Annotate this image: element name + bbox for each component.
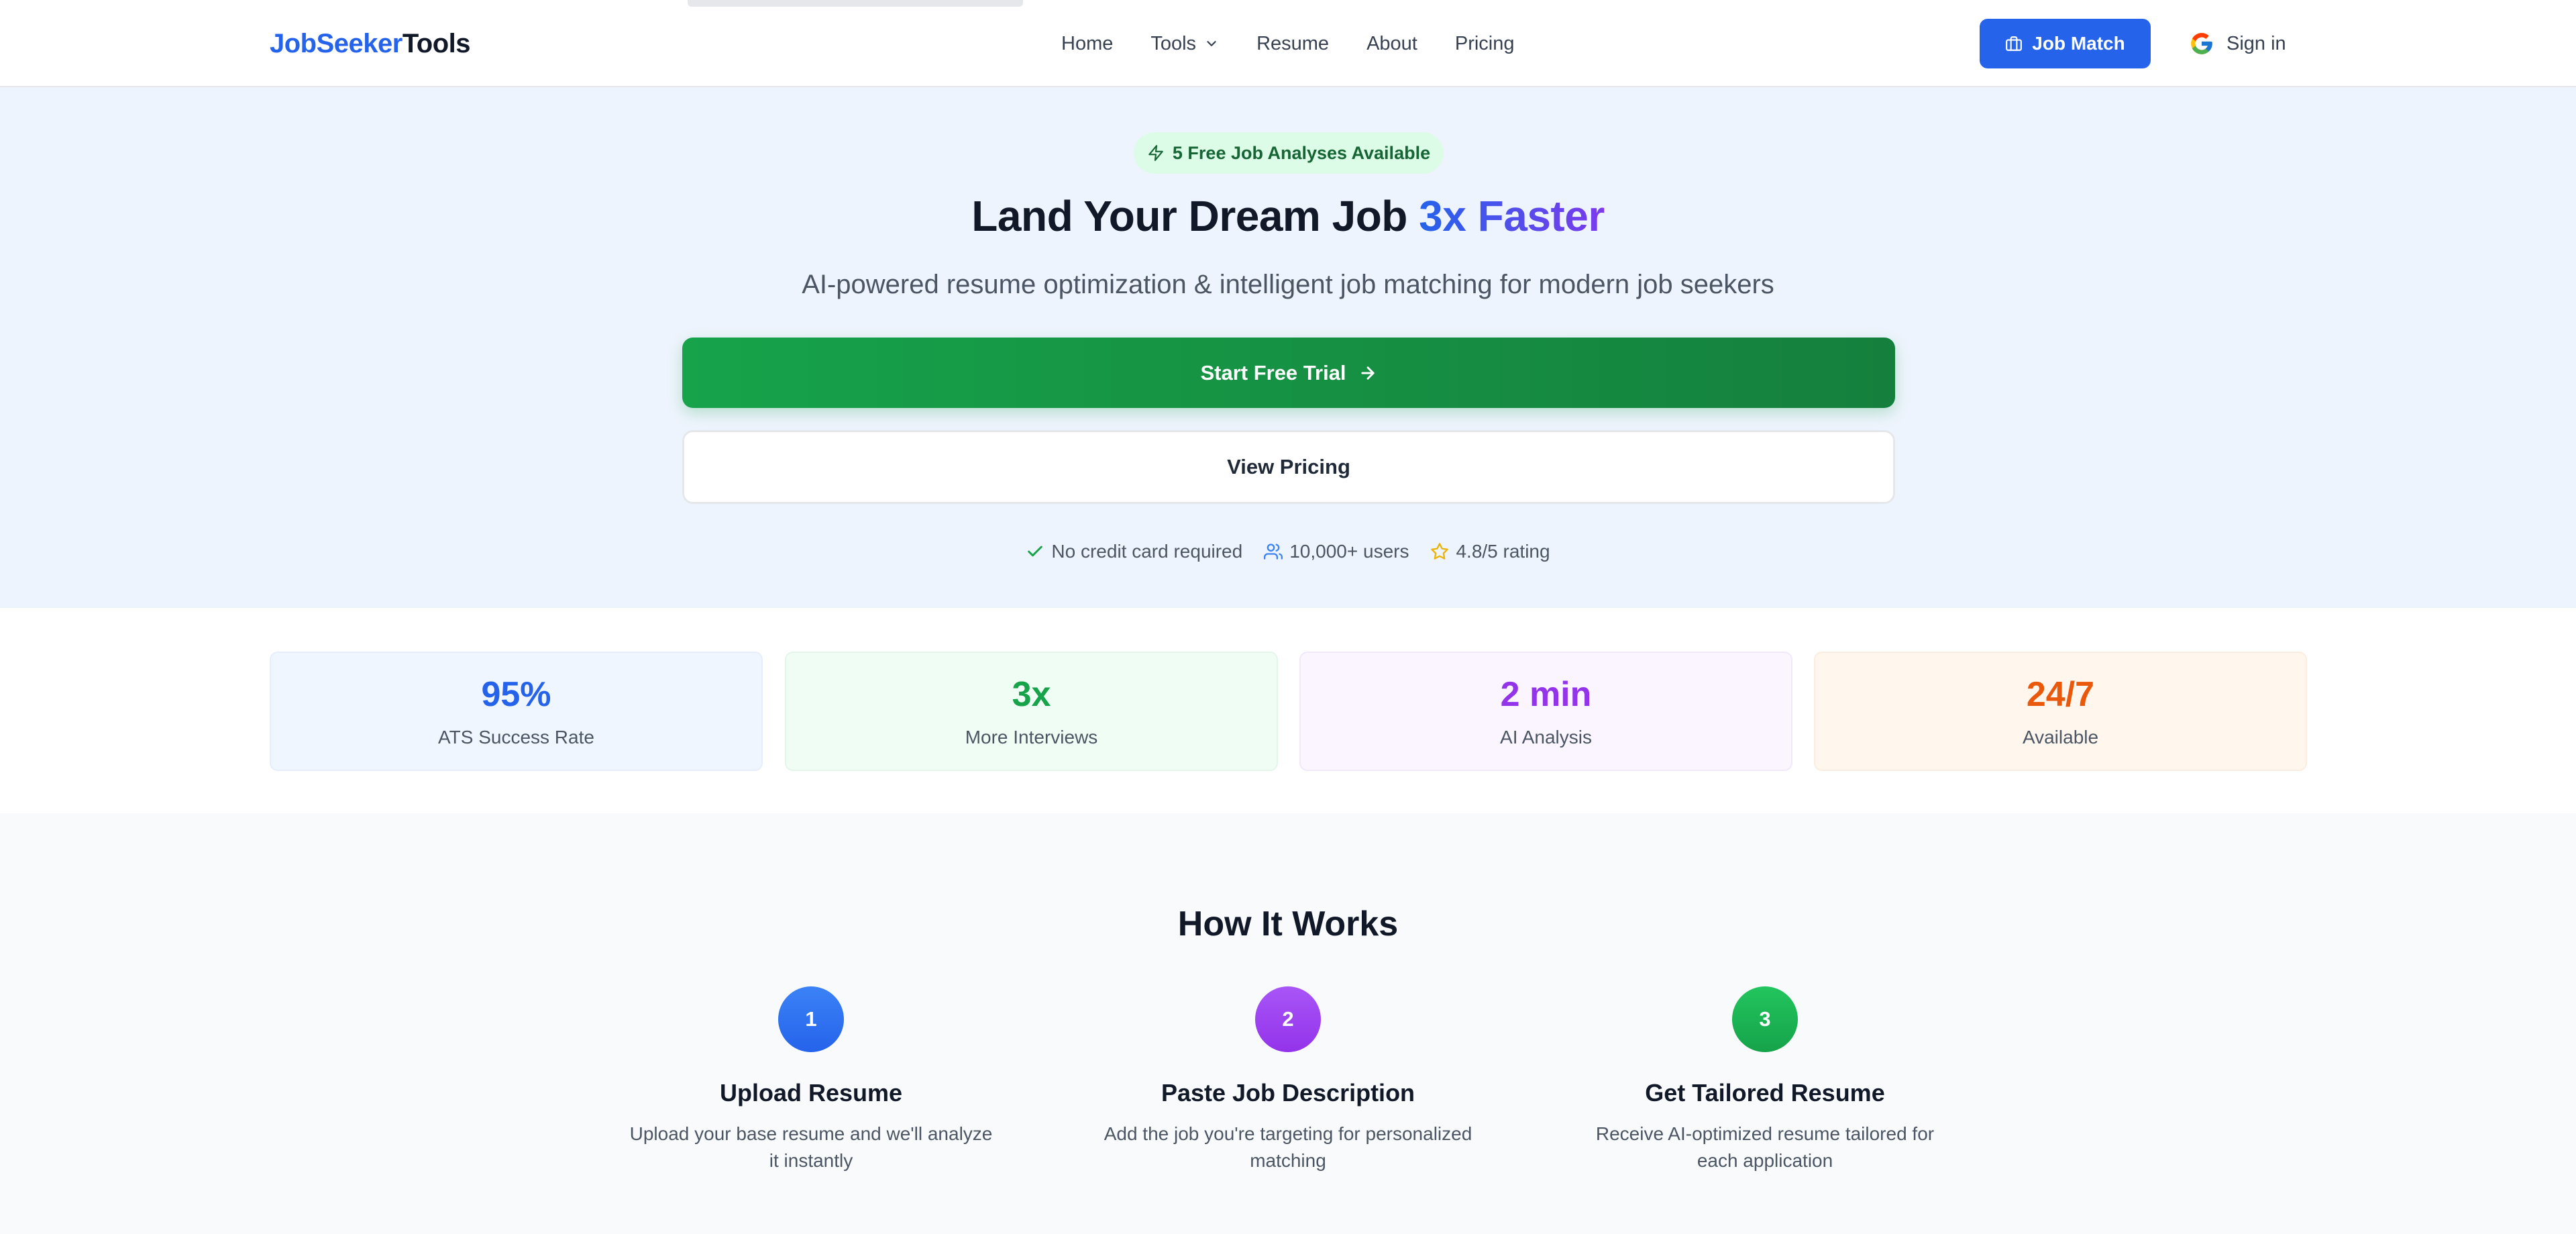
stat-card-ats: 95% ATS Success Rate	[270, 652, 763, 771]
how-it-works-title: How It Works	[1177, 905, 1399, 943]
brand-logo-part2: Tools	[402, 29, 471, 58]
arrow-right-icon	[1360, 366, 1375, 380]
nav-resume[interactable]: Resume	[1256, 33, 1329, 55]
google-icon	[2191, 33, 2212, 54]
stats-section: 95% ATS Success Rate 3x More Interviews …	[0, 608, 2576, 813]
nav-about-label: About	[1366, 32, 1417, 54]
check-icon	[1028, 546, 1043, 557]
stat-value: 2 min	[1500, 675, 1592, 714]
sign-in-label: Sign in	[2226, 32, 2286, 54]
brand-logo-part1: JobSeeker	[270, 29, 402, 58]
view-pricing-button[interactable]: View Pricing	[682, 430, 1895, 504]
step-upload-resume: 1 Upload Resume Upload your base resume …	[596, 986, 1026, 1174]
nav-home[interactable]: Home	[1061, 33, 1113, 55]
brand-logo[interactable]: JobSeekerTools	[270, 27, 471, 60]
stat-label: Available	[2022, 727, 2099, 748]
nav-tools-dropdown[interactable]: Tools	[1150, 33, 1219, 55]
stat-label: AI Analysis	[1500, 727, 1592, 748]
top-scroll-indicator	[688, 0, 1023, 7]
nav-home-label: Home	[1061, 32, 1114, 54]
step-description: Upload your base resume and we'll analyz…	[629, 1123, 993, 1171]
users-icon	[1264, 544, 1283, 560]
step-title: Paste Job Description	[1161, 1079, 1415, 1107]
stat-value: 24/7	[2026, 675, 2095, 714]
how-it-works-section: How It Works 1 Upload Resume Upload your…	[0, 813, 2576, 1234]
nav-pricing-label: Pricing	[1454, 32, 1515, 54]
star-icon	[1431, 543, 1449, 560]
stat-card-analysis: 2 min AI Analysis	[1299, 652, 1792, 771]
stat-value: 95%	[481, 675, 551, 714]
step-number-badge: 2	[1255, 986, 1321, 1052]
nav-resume-label: Resume	[1256, 32, 1330, 54]
stat-value: 3x	[1012, 675, 1051, 714]
hero-title-accent: 3x Faster	[1419, 192, 1605, 240]
nav-about[interactable]: About	[1366, 33, 1417, 55]
nav-pricing[interactable]: Pricing	[1455, 33, 1515, 55]
lightning-icon	[1148, 145, 1163, 161]
trust-users: 10,000+ users	[1264, 541, 1409, 562]
trust-users-label: 10,000+ users	[1289, 541, 1409, 562]
trust-rating-label: 4.8/5 rating	[1456, 541, 1550, 562]
stat-label: More Interviews	[965, 727, 1098, 748]
stat-card-interviews: 3x More Interviews	[785, 652, 1278, 771]
free-analyses-badge: 5 Free Job Analyses Available	[1134, 132, 1444, 174]
step-paste-job-description: 2 Paste Job Description Add the job you'…	[1073, 986, 1503, 1174]
badge-label: 5 Free Job Analyses Available	[1172, 142, 1431, 163]
briefcase-icon	[2006, 36, 2023, 51]
chevron-down-icon	[1207, 41, 1216, 46]
step-number-badge: 1	[778, 986, 844, 1052]
start-free-trial-label: Start Free Trial	[1200, 360, 1346, 384]
step-get-tailored-resume: 3 Get Tailored Resume Receive AI-optimiz…	[1550, 986, 1980, 1174]
step-title: Get Tailored Resume	[1645, 1079, 1885, 1107]
step-description: Receive AI-optimized resume tailored for…	[1595, 1123, 1935, 1171]
hero-section: 5 Free Job Analyses Available Land Your …	[0, 87, 2576, 608]
step-title: Upload Resume	[719, 1079, 903, 1107]
hero-title-main: Land Your Dream Job	[971, 192, 1419, 240]
step-description: Add the job you're targeting for persona…	[1104, 1123, 1472, 1171]
sign-in-button[interactable]: Sign in	[2189, 19, 2286, 68]
stat-label: ATS Success Rate	[438, 727, 594, 748]
trust-no-card: No credit card required	[1026, 541, 1242, 562]
nav-tools-label: Tools	[1150, 32, 1197, 54]
step-number-badge: 3	[1732, 986, 1798, 1052]
trust-no-card-label: No credit card required	[1051, 541, 1243, 562]
job-match-label: Job Match	[2032, 33, 2125, 54]
hero-subtitle: AI-powered resume optimization & intelli…	[802, 270, 1774, 299]
trust-indicators: No credit card required 10,000+ users 4.…	[0, 538, 2576, 565]
view-pricing-label: View Pricing	[1227, 455, 1350, 478]
start-free-trial-button[interactable]: Start Free Trial	[682, 338, 1895, 408]
top-navigation-bar: JobSeekerTools Home Tools Resume About P…	[0, 0, 2576, 87]
job-match-button[interactable]: Job Match	[1980, 19, 2151, 68]
main-nav: Home Tools Resume About Pricing	[1061, 27, 1515, 60]
stat-card-available: 24/7 Available	[1814, 652, 2307, 771]
hero-title: Land Your Dream Job 3x Faster	[0, 191, 2576, 241]
trust-rating: 4.8/5 rating	[1430, 541, 1550, 562]
